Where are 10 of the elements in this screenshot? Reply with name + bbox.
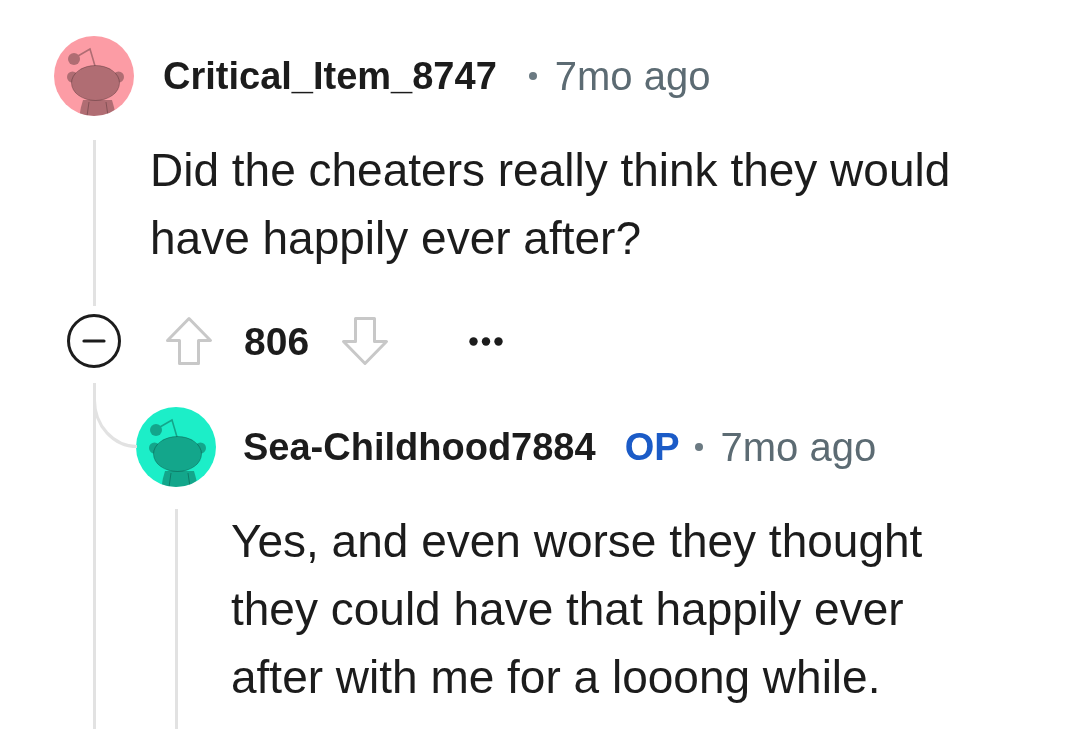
username[interactable]: Critical_Item_8747 xyxy=(163,57,497,95)
timestamp: 7mo ago xyxy=(554,56,711,96)
op-label: OP xyxy=(624,428,680,466)
timestamp: 7mo ago xyxy=(720,427,877,467)
collapse-button[interactable] xyxy=(67,314,121,368)
more-options-button[interactable] xyxy=(469,336,504,346)
vote-count: 806 xyxy=(244,321,310,361)
username[interactable]: Sea-Childhood7884 xyxy=(243,428,596,466)
comment-text: Yes, and even worse they thought they could have that happily ever after with me for a looong while. xyxy=(231,514,924,705)
comment-text: Did the cheaters really think they would have happily ever after? xyxy=(150,143,952,266)
